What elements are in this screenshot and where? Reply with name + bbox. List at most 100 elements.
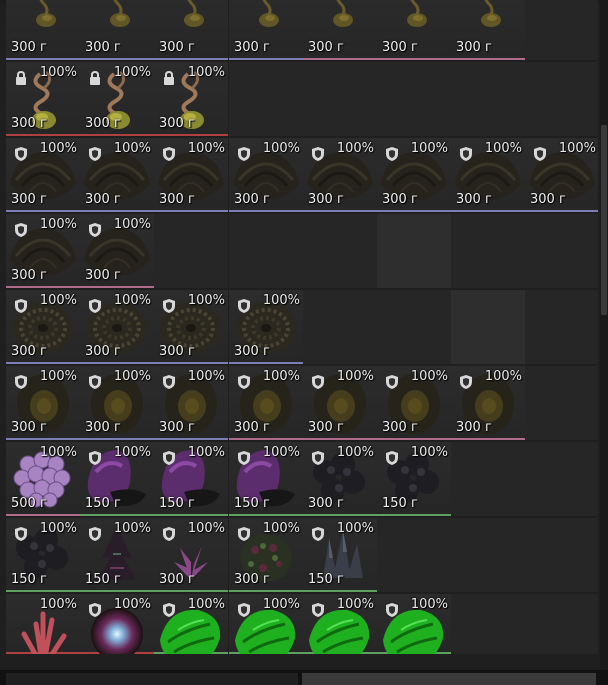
durability-percent: 100% <box>113 217 151 232</box>
item-quantity: 150 г <box>85 572 121 587</box>
inventory-slot[interactable]: 100% 300 г <box>80 138 154 212</box>
shield-icon <box>312 374 324 389</box>
inventory-slot[interactable]: 100% 500 г <box>6 442 80 516</box>
inventory-slot[interactable]: 100% 300 г <box>80 366 154 440</box>
inventory-slot[interactable]: 100% 150 г <box>6 518 80 592</box>
inventory-slot[interactable]: 100% 300 г <box>303 366 377 440</box>
inventory-row: 100% 300 г 100% 300 г 100% 300 г 100% 300 г … <box>0 138 598 212</box>
durability-percent: 100% <box>484 141 522 156</box>
empty-slot[interactable] <box>451 442 525 516</box>
inventory-slot[interactable]: 100% 300 г <box>154 518 228 592</box>
bottom-tab-bar <box>0 670 608 685</box>
inventory-slot[interactable]: 100% 300 г <box>6 62 80 136</box>
inventory-slot[interactable]: 100% 300 г <box>6 138 80 212</box>
inventory-slot[interactable]: 100% 150 г <box>80 518 154 592</box>
inventory-slot[interactable]: 100% 300 г <box>154 290 228 364</box>
inventory-slot[interactable]: 100% 150 г <box>154 442 228 516</box>
inventory-slot[interactable]: 100% 300 г <box>80 290 154 364</box>
inventory-slot[interactable]: 300 г <box>377 0 451 60</box>
durability-percent: 100% <box>410 141 448 156</box>
inventory-slot[interactable]: 100% <box>303 594 377 654</box>
inventory-slot[interactable]: 100% <box>377 594 451 654</box>
empty-slot[interactable] <box>525 0 598 60</box>
empty-slot[interactable] <box>377 214 451 288</box>
inventory-slot[interactable]: 300 г <box>229 0 303 60</box>
tab-right[interactable] <box>302 673 596 685</box>
inventory-slot[interactable]: 300 г <box>451 0 525 60</box>
inventory-slot[interactable]: 100% 300 г <box>451 138 525 212</box>
empty-slot[interactable] <box>229 214 303 288</box>
empty-slot[interactable] <box>451 62 525 136</box>
shield-icon <box>238 602 250 617</box>
shield-icon <box>534 146 546 161</box>
empty-slot[interactable] <box>303 62 377 136</box>
empty-slot[interactable] <box>229 62 303 136</box>
inventory-slot[interactable]: 100% <box>80 594 154 654</box>
shield-icon <box>163 450 175 465</box>
empty-slot[interactable] <box>154 214 228 288</box>
shield-icon <box>386 146 398 161</box>
inventory-slot[interactable]: 100% 150 г <box>303 518 377 592</box>
durability-percent: 100% <box>39 65 77 80</box>
inventory-slot[interactable]: 100% 300 г <box>377 366 451 440</box>
shield-icon <box>15 374 27 389</box>
inventory-slot[interactable]: 100% 300 г <box>525 138 598 212</box>
inventory-slot[interactable]: 100% <box>229 594 303 654</box>
inventory-slot[interactable]: 100% 150 г <box>377 442 451 516</box>
inventory-slot[interactable]: 100% 300 г <box>451 366 525 440</box>
empty-slot[interactable] <box>525 442 598 516</box>
empty-slot[interactable] <box>377 62 451 136</box>
empty-slot[interactable] <box>377 290 451 364</box>
inventory-slot[interactable]: 100% 150 г <box>229 442 303 516</box>
item-quantity: 300 г <box>11 268 47 283</box>
inventory-slot[interactable]: 100% 300 г <box>154 366 228 440</box>
item-quantity: 300 г <box>456 192 492 207</box>
empty-slot[interactable] <box>525 594 598 654</box>
shield-icon <box>89 450 101 465</box>
inventory-slot[interactable]: 100% 300 г <box>6 214 80 288</box>
inventory-slot[interactable]: 100% 300 г <box>303 138 377 212</box>
inventory-slot[interactable]: 100% 300 г <box>6 290 80 364</box>
inventory-slot[interactable]: 300 г <box>303 0 377 60</box>
inventory-slot[interactable]: 100% 300 г <box>303 442 377 516</box>
inventory-slot[interactable]: 100% <box>6 594 80 654</box>
inventory-slot[interactable]: 100% 300 г <box>80 62 154 136</box>
shield-icon <box>89 298 101 313</box>
inventory-slot[interactable]: 300 г <box>80 0 154 60</box>
inventory-slot[interactable]: 100% <box>154 594 228 654</box>
inventory-slot[interactable]: 100% 300 г <box>80 214 154 288</box>
inventory-slot[interactable]: 300 г <box>6 0 80 60</box>
item-quantity: 300 г <box>11 116 47 131</box>
inventory-slot[interactable]: 100% 150 г <box>80 442 154 516</box>
empty-slot[interactable] <box>451 518 525 592</box>
inventory-slot[interactable]: 300 г <box>154 0 228 60</box>
empty-slot[interactable] <box>377 518 451 592</box>
empty-slot[interactable] <box>303 290 377 364</box>
empty-slot[interactable] <box>525 290 598 364</box>
item-quantity: 300 г <box>456 40 492 55</box>
empty-slot[interactable] <box>303 214 377 288</box>
inventory-slot[interactable]: 100% 300 г <box>229 366 303 440</box>
inventory-slot[interactable]: 100% 300 г <box>154 62 228 136</box>
inventory-slot[interactable]: 100% 300 г <box>229 138 303 212</box>
inventory-slot[interactable]: 100% 300 г <box>377 138 451 212</box>
empty-slot[interactable] <box>451 214 525 288</box>
item-quantity: 300 г <box>85 192 121 207</box>
empty-slot[interactable] <box>525 518 598 592</box>
empty-slot[interactable] <box>525 62 598 136</box>
empty-slot[interactable] <box>525 214 598 288</box>
empty-slot[interactable] <box>451 290 525 364</box>
empty-slot[interactable] <box>525 366 598 440</box>
inventory-slot[interactable]: 100% 300 г <box>229 518 303 592</box>
inventory-slot[interactable]: 100% 300 г <box>6 366 80 440</box>
durability-percent: 100% <box>410 445 448 460</box>
inventory-slot[interactable]: 100% 300 г <box>229 290 303 364</box>
shield-icon <box>89 146 101 161</box>
lock-icon <box>15 70 27 85</box>
scrollbar-thumb[interactable] <box>601 125 607 315</box>
empty-slot[interactable] <box>451 594 525 654</box>
inventory-row: 100% 100% 100% 100% 100% 100% <box>0 594 598 654</box>
tab-left[interactable] <box>6 673 298 685</box>
scrollbar-track[interactable] <box>600 0 608 670</box>
inventory-slot[interactable]: 100% 300 г <box>154 138 228 212</box>
